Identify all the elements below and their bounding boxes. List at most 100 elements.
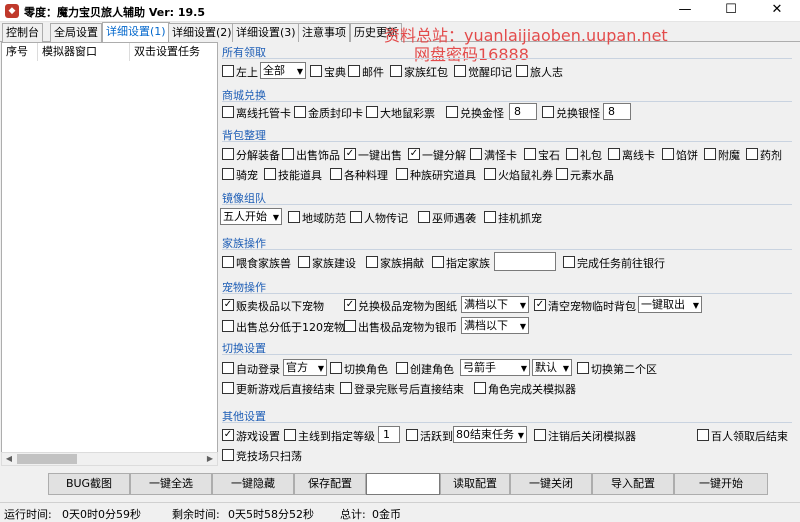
import-config-button[interactable]: 导入配置 [592, 473, 674, 495]
checkbox-switch-role[interactable] [330, 362, 342, 374]
checkbox-close-emulator[interactable] [474, 382, 486, 394]
checkbox-sell-low-score[interactable] [222, 320, 234, 332]
default-select[interactable]: 默认 ▼ [532, 359, 572, 376]
checkbox-designate-family[interactable] [432, 256, 444, 268]
checkbox-mail[interactable] [348, 65, 360, 77]
column-header-emulator[interactable]: 模拟器窗口 [38, 43, 130, 61]
checkbox-family-redpacket[interactable] [390, 65, 402, 77]
checkbox-offline-card[interactable] [222, 106, 234, 118]
checkbox-element-crystal[interactable] [556, 168, 568, 180]
checkbox-create-role[interactable] [396, 362, 408, 374]
checkbox-enchant[interactable] [704, 148, 716, 160]
checkbox-one-click-sell[interactable]: ✓ [344, 148, 356, 160]
checkbox-one-click-decompose[interactable]: ✓ [408, 148, 420, 160]
chevron-down-icon: ▼ [519, 322, 526, 331]
tab-notes[interactable]: 注意事项 [298, 23, 350, 42]
checkbox-auto-catch[interactable] [484, 211, 496, 223]
close-icon[interactable]: ✕ [754, 0, 800, 22]
save-config-button[interactable]: 保存配置 [294, 473, 366, 495]
checkbox-arena-sweep[interactable] [222, 449, 234, 461]
label-family-redpacket: 家族红包 [404, 66, 448, 79]
checkbox-potion[interactable] [746, 148, 758, 160]
config-name-input[interactable] [366, 473, 440, 495]
level-input[interactable]: 1 [378, 426, 400, 443]
checkbox-pet-to-blueprint[interactable]: ✓ [344, 299, 356, 311]
checkbox-codex[interactable] [310, 65, 322, 77]
checkbox-sell-accessory[interactable] [282, 148, 294, 160]
checkbox-exchange-silver[interactable] [542, 106, 554, 118]
select-all-button[interactable]: 一键全选 [130, 473, 212, 495]
checkbox-exchange-gold[interactable] [446, 106, 458, 118]
scroll-left-icon[interactable]: ◀ [2, 453, 16, 465]
checkbox-race-research[interactable] [396, 168, 408, 180]
horizontal-scrollbar[interactable]: ◀ ▶ [1, 452, 218, 466]
checkbox-end-after-login[interactable] [340, 382, 352, 394]
checkbox-traveler-log[interactable] [516, 65, 528, 77]
checkbox-gem[interactable] [524, 148, 536, 160]
checkbox-full-monster-card[interactable] [470, 148, 482, 160]
column-header-task[interactable]: 双击设置任务 [130, 43, 218, 61]
hide-all-button[interactable]: 一键隐藏 [212, 473, 294, 495]
checkbox-game-settings[interactable]: ✓ [222, 429, 234, 441]
checkbox-region-defense[interactable] [288, 211, 300, 223]
label-wizard-raid: 巫师遇袭 [432, 212, 476, 225]
active-end-select[interactable]: 80结束任务 ▼ [453, 426, 527, 443]
emulator-list[interactable]: 序号 模拟器窗口 双击设置任务 [1, 42, 218, 466]
checkbox-main-quest-level[interactable] [284, 429, 296, 441]
checkbox-pie[interactable] [662, 148, 674, 160]
checkbox-end-after-hundred[interactable] [697, 429, 709, 441]
checkbox-gold-seal[interactable] [294, 106, 306, 118]
checkbox-gift-pack[interactable] [566, 148, 578, 160]
checkbox-offline-card-2[interactable] [608, 148, 620, 160]
checkbox-auto-login[interactable] [222, 362, 234, 374]
checkbox-family-build[interactable] [298, 256, 310, 268]
checkbox-mount-pet[interactable] [222, 168, 234, 180]
tab-detail-settings-2[interactable]: 详细设置(2) [168, 23, 236, 42]
label-awaken-mark: 觉醒印记 [468, 66, 512, 79]
checkbox-top-left[interactable] [222, 65, 234, 77]
family-name-input[interactable] [494, 252, 556, 271]
checkbox-decompose-equip[interactable] [222, 148, 234, 160]
tab-detail-settings-3[interactable]: 详细设置(3) [232, 23, 300, 42]
silver-grade-select[interactable]: 满档以下 ▼ [461, 317, 529, 334]
checkbox-switch-second-zone[interactable] [577, 362, 589, 374]
gold-quantity-input[interactable]: 8 [509, 103, 537, 120]
server-select[interactable]: 官方 ▼ [283, 359, 327, 376]
close-all-button[interactable]: 一键关闭 [510, 473, 592, 495]
checkbox-active-until[interactable] [406, 429, 418, 441]
chevron-down-icon: ▼ [296, 67, 303, 76]
checkbox-clear-pet-bag[interactable]: ✓ [534, 299, 546, 311]
minimize-icon[interactable]: — [662, 0, 708, 22]
checkbox-close-after-logout[interactable] [534, 429, 546, 441]
tab-global-settings[interactable]: 全局设置 [50, 23, 102, 42]
silver-quantity-input[interactable]: 8 [603, 103, 631, 120]
checkbox-biography[interactable] [350, 211, 362, 223]
blueprint-grade-select[interactable]: 满档以下 ▼ [461, 296, 529, 313]
maximize-icon[interactable]: ☐ [708, 0, 754, 22]
column-header-index[interactable]: 序号 [2, 43, 38, 61]
checkbox-pet-to-silver[interactable] [344, 320, 356, 332]
checkbox-cuisine[interactable] [330, 168, 342, 180]
tab-detail-settings-1[interactable]: 详细设置(1) [102, 22, 170, 43]
scroll-right-icon[interactable]: ▶ [203, 453, 217, 465]
checkbox-feed-family-beast[interactable] [222, 256, 234, 268]
checkbox-lottery[interactable] [366, 106, 378, 118]
take-out-select[interactable]: 一键取出 ▼ [638, 296, 702, 313]
checkbox-awaken-mark[interactable] [454, 65, 466, 77]
scroll-thumb[interactable] [17, 454, 77, 464]
checkbox-sell-low-pets[interactable]: ✓ [222, 299, 234, 311]
bug-screenshot-button[interactable]: BUG截图 [48, 473, 130, 495]
claim-select[interactable]: 全部 ▼ [260, 62, 306, 79]
checkbox-wizard-raid[interactable] [418, 211, 430, 223]
checkbox-family-donate[interactable] [366, 256, 378, 268]
team-size-select[interactable]: 五人开始 ▼ [220, 208, 282, 225]
label-mail: 邮件 [362, 66, 384, 79]
start-all-button[interactable]: 一键开始 [674, 473, 768, 495]
load-config-button[interactable]: 读取配置 [440, 473, 510, 495]
checkbox-end-after-update[interactable] [222, 382, 234, 394]
checkbox-skill-item[interactable] [264, 168, 276, 180]
class-select[interactable]: 弓箭手 ▼ [460, 359, 530, 376]
checkbox-fire-mouse-coupon[interactable] [484, 168, 496, 180]
tab-console[interactable]: 控制台 [2, 23, 43, 42]
checkbox-go-to-bank[interactable] [563, 256, 575, 268]
